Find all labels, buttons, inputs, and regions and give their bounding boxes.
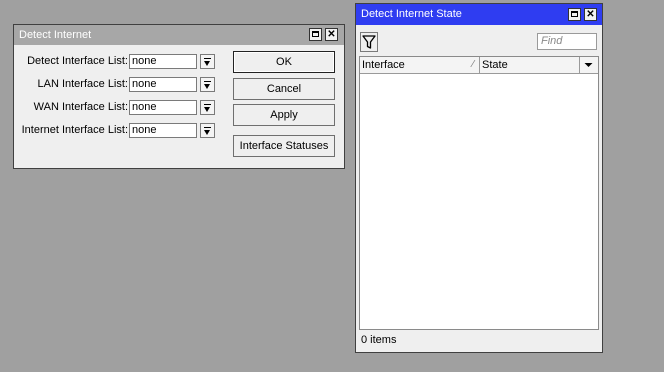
- column-header-interface-label: Interface: [362, 59, 405, 71]
- filter-button[interactable]: [360, 32, 378, 52]
- internet-interface-list-label: Internet Interface List:: [21, 124, 128, 136]
- interface-statuses-button[interactable]: Interface Statuses: [233, 135, 335, 157]
- detect-internet-state-title: Detect Internet State: [361, 8, 462, 20]
- detect-interface-list-label: Detect Interface List:: [27, 55, 128, 67]
- lan-interface-list-label: LAN Interface List:: [37, 78, 129, 90]
- internet-interface-list-select[interactable]: none: [129, 123, 197, 138]
- detect-interface-list-select[interactable]: none: [129, 54, 197, 69]
- column-header-state[interactable]: State: [480, 57, 580, 74]
- close-icon[interactable]: ✕: [584, 8, 597, 21]
- dropdown-arrow-icon[interactable]: [200, 54, 215, 69]
- find-input[interactable]: Find: [537, 33, 597, 50]
- dropdown-arrow-icon[interactable]: [200, 123, 215, 138]
- column-header-interface[interactable]: Interface ⁄: [360, 57, 480, 74]
- detect-internet-state-window: Detect Internet State ✕ Find Interface ⁄…: [355, 3, 603, 353]
- internet-interface-list-row: Internet Interface List:: [14, 123, 128, 138]
- cancel-button[interactable]: Cancel: [233, 78, 335, 100]
- wan-interface-list-select[interactable]: none: [129, 100, 197, 115]
- ok-button[interactable]: OK: [233, 51, 335, 73]
- close-icon[interactable]: ✕: [325, 28, 338, 41]
- filter-icon: [362, 35, 376, 49]
- detect-interface-list-row: Detect Interface List:: [14, 54, 128, 69]
- detect-internet-title: Detect Internet: [19, 29, 92, 41]
- item-count-status: 0 items: [361, 334, 397, 346]
- state-table: Interface ⁄ State: [359, 56, 599, 330]
- apply-button[interactable]: Apply: [233, 104, 335, 126]
- sort-indicator-icon: ⁄: [472, 59, 474, 70]
- lan-interface-list-select[interactable]: none: [129, 77, 197, 92]
- wan-interface-list-row: WAN Interface List:: [14, 100, 128, 115]
- column-menu-button[interactable]: [580, 57, 598, 74]
- detect-internet-dialog: Detect Internet ✕ Detect Interface List:…: [13, 24, 345, 169]
- column-header-state-label: State: [482, 59, 508, 71]
- lan-interface-list-row: LAN Interface List:: [14, 77, 129, 92]
- dropdown-arrow-icon[interactable]: [200, 100, 215, 115]
- maximize-icon[interactable]: [568, 8, 581, 21]
- maximize-icon[interactable]: [309, 28, 322, 41]
- dropdown-arrow-icon[interactable]: [200, 77, 215, 92]
- detect-internet-state-titlebar[interactable]: Detect Internet State ✕: [356, 4, 602, 25]
- wan-interface-list-label: WAN Interface List:: [33, 101, 128, 113]
- column-menu-icon: [584, 63, 593, 67]
- detect-internet-titlebar[interactable]: Detect Internet ✕: [14, 25, 344, 45]
